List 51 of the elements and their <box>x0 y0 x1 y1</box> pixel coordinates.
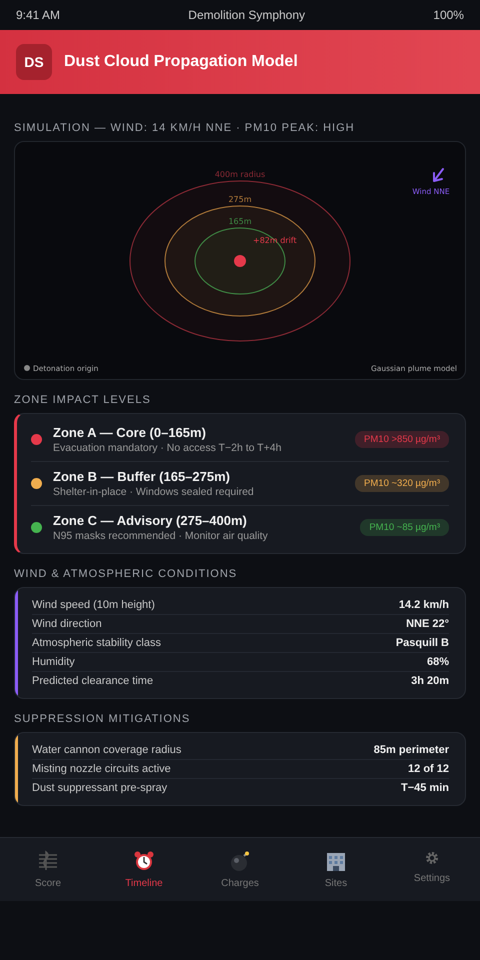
page-title: Dust Cloud Propagation Model <box>64 53 298 71</box>
row-value: Pasquill B <box>396 637 449 649</box>
pm10-tag: PM10 >850 µg/m³ <box>355 431 449 448</box>
section-heading: WIND & ATMOSPHERIC CONDITIONS <box>14 568 238 580</box>
nav-tab[interactable]: Settings <box>384 838 480 901</box>
zone-name: Zone C — Advisory (275–400m) <box>53 513 248 528</box>
row-value: 14.2 km/h <box>398 599 449 611</box>
zone-detail: N95 masks recommended · Monitor air quality <box>53 530 269 542</box>
ring-label: 275m <box>228 195 252 204</box>
pm10-tag: PM10 ~320 µg/m³ <box>355 475 449 492</box>
nav-tab[interactable]: Sites <box>288 838 384 901</box>
nav-tab[interactable]: Score <box>0 838 96 901</box>
row-label: Misting nozzle circuits active <box>32 763 171 775</box>
row-label: Wind direction <box>32 618 102 630</box>
row-label: Atmospheric stability class <box>32 637 161 649</box>
ring-label: 165m <box>228 217 252 226</box>
row-value: 68% <box>426 656 449 668</box>
row-value: 3h 20m <box>411 675 449 687</box>
row-label: Humidity <box>32 656 75 668</box>
building-icon <box>325 850 347 872</box>
pm10-tag: PM10 ~85 µg/m³ <box>360 519 449 536</box>
row-label: Dust suppressant pre-spray <box>32 782 168 794</box>
zone-name: Zone A — Core (0–165m) <box>53 425 207 440</box>
music-score-icon <box>37 850 59 872</box>
status-title: Demolition Symphony <box>188 8 306 22</box>
row-value: 12 of 12 <box>408 763 449 775</box>
row-label: Water cannon coverage radius <box>32 744 182 756</box>
origin-marker <box>234 255 246 267</box>
arrow-icon <box>433 168 444 182</box>
row-value: T−45 min <box>401 782 449 794</box>
row-value: 85m perimeter <box>374 744 449 756</box>
section-heading: SIMULATION — WIND: 14 KM/H NNE · PM10 PEAK: HIGH <box>14 122 356 134</box>
row-label: Wind speed (10m height) <box>32 599 155 611</box>
section-heading: SUPPRESSION MITIGATIONS <box>14 713 192 725</box>
row-value: NNE 22° <box>406 618 449 630</box>
bomb-icon <box>229 850 251 872</box>
zone-detail: Shelter-in-place · Windows sealed required <box>53 486 255 498</box>
nav-tab[interactable]: Charges <box>192 838 288 901</box>
row-label: Predicted clearance time <box>32 675 154 687</box>
battery-level: 100% <box>433 8 464 22</box>
zone-detail: Evacuation mandatory · No access T−2h to T+4h <box>53 442 282 454</box>
nav-tab[interactable]: Timeline <box>96 838 192 901</box>
app-badge: DS <box>16 44 52 80</box>
alarm-clock-icon <box>133 850 155 872</box>
ring-label: 400m radius <box>214 170 266 179</box>
section-heading: ZONE IMPACT LEVELS <box>14 394 152 406</box>
status-time: 9:41 AM <box>16 8 60 22</box>
drift-label: +82m drift <box>253 236 297 245</box>
zone-name: Zone B — Buffer (165–275m) <box>53 469 231 484</box>
legend-dot <box>24 365 30 371</box>
settings-icon <box>425 851 439 865</box>
